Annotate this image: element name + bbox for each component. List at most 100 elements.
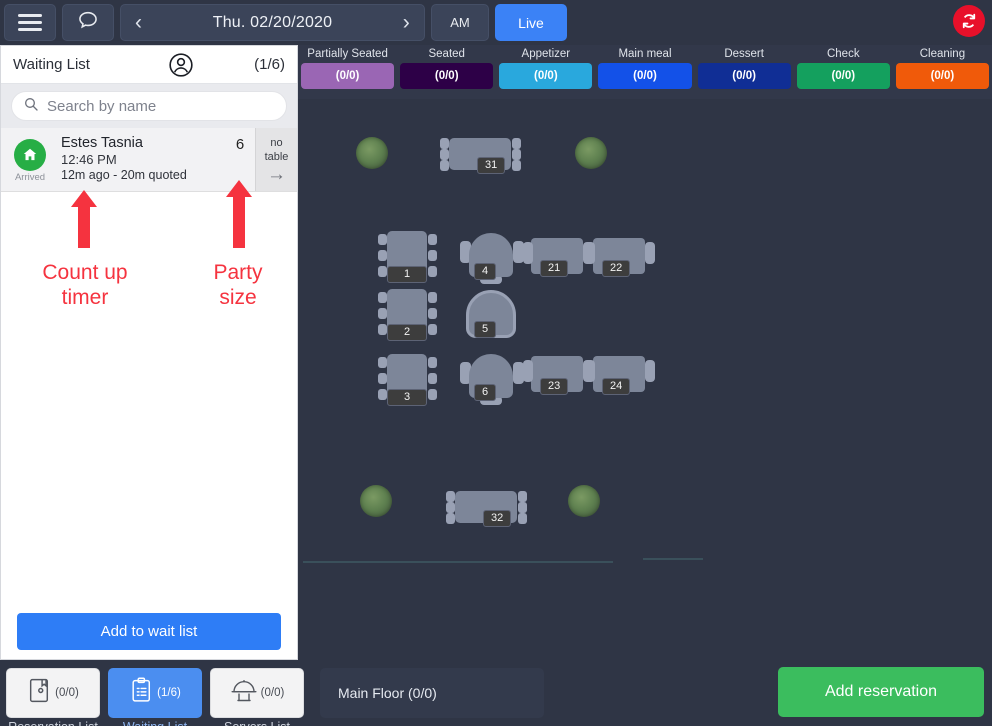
table-number-label: 2 xyxy=(387,324,427,341)
chair xyxy=(378,373,387,384)
waiting-list-count: (1/6) xyxy=(254,56,285,73)
floor-table[interactable]: 32 xyxy=(444,487,532,539)
assign-table-button[interactable]: no table → xyxy=(255,128,297,191)
menu-button[interactable] xyxy=(4,4,56,41)
user-circle-icon[interactable] xyxy=(168,52,194,78)
plant-decoration xyxy=(356,137,388,169)
plant-decoration xyxy=(360,485,392,517)
table-number-label: 23 xyxy=(540,378,569,395)
table-number-label: 24 xyxy=(602,378,631,395)
chair xyxy=(446,512,455,524)
table-number-label: 22 xyxy=(602,260,631,277)
tab-count: (0/0) xyxy=(260,687,285,699)
entry-info: Estes Tasnia 12:46 PM 12m ago - 20m quot… xyxy=(59,128,225,191)
entry-status-label: Arrived xyxy=(14,171,46,183)
floor-table[interactable]: 5 xyxy=(458,287,528,351)
status-badge[interactable]: (0/0) xyxy=(499,63,593,89)
chair xyxy=(428,292,437,303)
prev-day-button[interactable]: ‹ xyxy=(135,12,142,33)
add-reservation-button[interactable]: Add reservation xyxy=(778,667,984,717)
status-badge[interactable]: (0/0) xyxy=(301,63,395,89)
am-pm-toggle[interactable]: AM xyxy=(431,4,489,41)
list-item[interactable]: Arrived Estes Tasnia 12:46 PM 12m ago - … xyxy=(1,128,297,192)
chair xyxy=(645,242,655,264)
clipboard-icon xyxy=(129,677,154,709)
status-column: Check (0/0) xyxy=(794,45,893,89)
floor-divider-line xyxy=(303,561,613,563)
chat-button[interactable] xyxy=(62,4,114,41)
guest-wait-detail: 12m ago - 20m quoted xyxy=(61,168,187,182)
status-column: Cleaning (0/0) xyxy=(893,45,992,89)
chair xyxy=(378,266,387,277)
status-column: Appetizer (0/0) xyxy=(496,45,595,89)
search-icon xyxy=(23,96,39,117)
floor-table[interactable]: 2 xyxy=(376,285,442,353)
floor-table[interactable]: 6 xyxy=(458,350,528,414)
status-badge[interactable]: (0/0) xyxy=(895,63,989,89)
status-badge[interactable]: (0/0) xyxy=(796,63,890,89)
chair xyxy=(378,357,387,368)
chair xyxy=(428,389,437,400)
table-number-label: 21 xyxy=(540,260,569,277)
plant-decoration xyxy=(568,485,600,517)
tab-waiting-list[interactable]: (1/6) Waiting List xyxy=(108,668,202,726)
chair xyxy=(378,234,387,245)
next-day-button[interactable]: › xyxy=(403,12,410,33)
table-number-label: 1 xyxy=(387,266,427,283)
tab-reservation-list[interactable]: (0/0) Reservation List xyxy=(6,668,100,726)
date-navigator: ‹ Thu. 02/20/2020 › xyxy=(120,4,425,41)
guest-name: Estes Tasnia xyxy=(61,135,143,151)
floor-table[interactable]: 31 xyxy=(438,134,526,186)
hamburger-icon xyxy=(18,10,42,35)
status-label: Cleaning xyxy=(919,48,966,60)
table-number-label: 32 xyxy=(483,510,512,527)
search-box[interactable] xyxy=(11,91,287,121)
chat-bubble-icon xyxy=(77,9,99,36)
floor-table[interactable]: 4 xyxy=(458,229,528,293)
tab-servers-list[interactable]: (0/0) Servers List xyxy=(210,668,304,726)
status-badge[interactable]: (0/0) xyxy=(598,63,692,89)
chair xyxy=(428,266,437,277)
add-to-wait-list-button[interactable]: Add to wait list xyxy=(17,612,281,650)
current-date-label: Thu. 02/20/2020 xyxy=(212,13,333,31)
status-label: Check xyxy=(826,48,860,60)
top-header-bar: ‹ Thu. 02/20/2020 › AM Live xyxy=(0,0,992,45)
refresh-button[interactable] xyxy=(953,5,985,37)
chair xyxy=(512,138,521,150)
floor-table[interactable]: 3 xyxy=(376,350,442,418)
status-badge[interactable]: (0/0) xyxy=(697,63,791,89)
search-area xyxy=(1,84,297,128)
bottom-toolbar: (0/0) Reservation List (1/6) Waiting Lis… xyxy=(0,660,992,726)
status-badge[interactable]: (0/0) xyxy=(400,63,494,89)
status-column: Seated (0/0) xyxy=(397,45,496,89)
chair xyxy=(446,502,455,513)
chair xyxy=(378,324,387,335)
home-icon xyxy=(14,138,46,171)
chair xyxy=(446,491,455,503)
book-icon xyxy=(27,677,52,709)
search-input[interactable] xyxy=(47,97,275,115)
party-size-value: 6 xyxy=(235,136,245,153)
waiting-list-entries: Arrived Estes Tasnia 12:46 PM 12m ago - … xyxy=(1,128,297,603)
chair xyxy=(440,138,449,150)
chair xyxy=(523,242,533,264)
plant-decoration xyxy=(575,137,607,169)
app-root: ‹ Thu. 02/20/2020 › AM Live Waiting List… xyxy=(0,0,992,726)
chair xyxy=(512,149,521,160)
table-number-label: 4 xyxy=(474,263,497,280)
tab-caption: Waiting List xyxy=(123,720,187,726)
refresh-icon xyxy=(962,13,976,29)
tab-caption: Servers List xyxy=(224,720,290,726)
table-number-label: 5 xyxy=(474,321,497,338)
floor-plan-canvas[interactable]: 31 1 2 3 4 5 6 21 22 23 24 32 xyxy=(298,99,992,660)
chair xyxy=(428,324,437,335)
chair xyxy=(428,234,437,245)
floor-table[interactable]: 24 xyxy=(584,352,662,408)
chair xyxy=(518,512,527,524)
course-status-bar: Partially Seated (0/0) Seated (0/0) Appetize… xyxy=(298,45,992,99)
live-button[interactable]: Live xyxy=(495,4,567,41)
floor-table[interactable]: 22 xyxy=(584,234,662,290)
chair xyxy=(428,357,437,368)
floor-selector[interactable]: Main Floor (0/0) xyxy=(320,668,544,718)
waiting-list-footer: Add to wait list xyxy=(1,603,297,659)
